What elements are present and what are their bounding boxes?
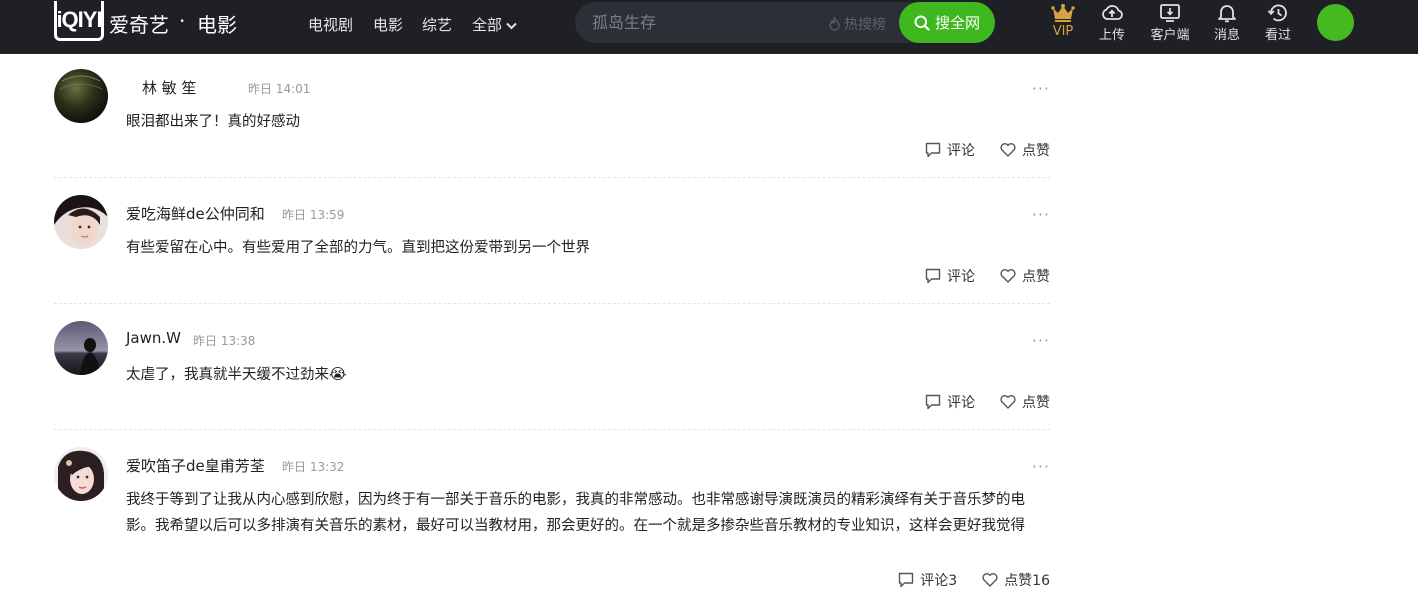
client-download-icon [1160,4,1180,22]
like-button[interactable]: 点赞 [999,266,1050,286]
hot-search-rank[interactable]: 热搜榜 [828,14,886,34]
nav-movies[interactable]: 电影 [373,14,403,35]
reply-button[interactable]: 评论 [924,266,975,286]
comment-actions: 评论 点赞 [924,266,1050,286]
channel-name[interactable]: 电影 [197,9,237,38]
history-icon [1267,4,1287,22]
search-icon [914,15,930,31]
iqiyi-logo[interactable]: iQIYI [54,1,104,41]
commenter-avatar[interactable] [54,447,108,501]
reply-label: 评论 [947,395,975,411]
client-label: 客户端 [1150,28,1190,43]
like-label: 点赞16 [1004,573,1050,589]
commenter-name[interactable]: Jawn.W [126,329,181,347]
comment-item: Jawn.W 昨日 13:38 ··· 太虐了，我真就半天缓不过劲来😭 评论 点… [54,321,1050,421]
comment-divider [54,429,1050,430]
more-options-icon[interactable]: ··· [1032,79,1050,98]
comment-actions: 评论 点赞 [924,140,1050,160]
heart-icon [1000,143,1016,157]
history-label: 看过 [1264,28,1291,43]
comment-bubble-icon [925,394,941,410]
brand-separator: · [179,9,186,33]
bell-icon [1218,5,1236,23]
comment-actions: 评论3 点赞16 [897,570,1050,590]
more-options-icon[interactable]: ··· [1032,205,1050,224]
more-options-icon[interactable]: ··· [1032,457,1050,476]
reply-button[interactable]: 评论 [924,140,975,160]
nav-tv-series[interactable]: 电视剧 [308,14,353,35]
flame-icon [829,17,840,31]
crown-icon [1051,4,1075,22]
user-avatar[interactable] [1317,4,1354,41]
client-button[interactable]: 客户端 [1142,3,1198,43]
upload-label: 上传 [1098,28,1125,43]
comment-text: 眼泪都出来了！真的好感动 [126,114,300,130]
search-bar: 热搜榜 搜全网 [575,2,995,43]
commenter-name[interactable]: 爱吹笛子de皇甫芳荃 [126,455,265,476]
comment-divider [54,303,1050,304]
top-nav-bar: iQIYI 爱奇艺 · 电影 电视剧 电影 综艺 全部 热搜榜 搜全网 VIP … [0,0,1418,54]
messages-button[interactable]: 消息 [1199,3,1255,43]
comment-text: 有些爱留在心中。有些爱用了全部的力气。直到把这份爱带到另一个世界 [126,240,590,256]
comment-bubble-icon [899,572,914,588]
commenter-avatar[interactable] [54,195,108,249]
more-options-icon[interactable]: ··· [1032,331,1050,350]
reply-label: 评论3 [920,573,958,589]
comment-bubble-icon [925,268,941,284]
comment-time: 昨日 13:32 [282,460,345,474]
heart-icon [1000,395,1016,409]
heart-icon [982,573,998,587]
commenter-avatar[interactable] [54,69,108,123]
search-all-label: 搜全网 [934,14,980,32]
like-button[interactable]: 点赞16 [981,570,1050,590]
heart-icon [1000,269,1016,283]
like-button[interactable]: 点赞 [999,392,1050,412]
comment-item: 爱吃海鲜de公仲同和 昨日 13:59 ··· 有些爱留在心中。有些爱用了全部的… [54,195,1050,295]
vip-button[interactable]: VIP [1035,3,1091,39]
vip-label: VIP [1052,24,1074,39]
comment-time: 昨日 14:01 [248,82,311,96]
upload-icon [1102,5,1123,20]
search-input[interactable] [592,2,822,43]
nav-all[interactable]: 全部 [472,14,517,35]
commenter-name[interactable]: 爱吃海鲜de公仲同和 [126,203,265,224]
comment-item: 林 敏 笙 昨日 14:01 ··· 眼泪都出来了！真的好感动 评论 点赞 [54,69,1050,169]
brand-name[interactable]: 爱奇艺 [109,9,169,38]
hot-search-label: 热搜榜 [844,17,886,33]
commenter-name[interactable]: 林 敏 笙 [142,77,197,98]
reply-label: 评论 [947,269,975,285]
commenter-avatar[interactable] [54,321,108,375]
comment-time: 昨日 13:38 [193,334,256,348]
comment-bubble-icon [925,142,941,158]
messages-label: 消息 [1213,28,1240,43]
nav-variety[interactable]: 综艺 [422,14,452,35]
history-button[interactable]: 看过 [1250,3,1306,43]
comment-divider [54,177,1050,178]
like-label: 点赞 [1022,143,1050,159]
comment-actions: 评论 点赞 [924,392,1050,412]
chevron-down-icon [506,22,517,29]
reply-button[interactable]: 评论 [924,392,975,412]
reply-button[interactable]: 评论3 [897,570,957,590]
logo-text: iQIYI [56,6,102,32]
comment-text: 我终于等到了让我从内心感到欣慰，因为终于有一部关于音乐的电影，我真的非常感动。也… [126,492,1025,534]
comment-text: 太虐了，我真就半天缓不过劲来😭 [126,361,1050,388]
nav-all-label: 全部 [472,16,503,34]
comment-text-body: 太虐了，我真就半天缓不过劲来 [126,367,329,383]
comment-time: 昨日 13:59 [282,208,345,222]
search-all-button[interactable]: 搜全网 [899,2,995,43]
like-button[interactable]: 点赞 [999,140,1050,160]
upload-button[interactable]: 上传 [1084,3,1140,43]
like-label: 点赞 [1022,269,1050,285]
like-label: 点赞 [1022,395,1050,411]
reply-label: 评论 [947,143,975,159]
crying-emoji-icon: 😭 [329,365,347,383]
comment-item: 爱吹笛子de皇甫芳荃 昨日 13:32 ··· 我终于等到了让我从内心感到欣慰，… [54,447,1050,597]
